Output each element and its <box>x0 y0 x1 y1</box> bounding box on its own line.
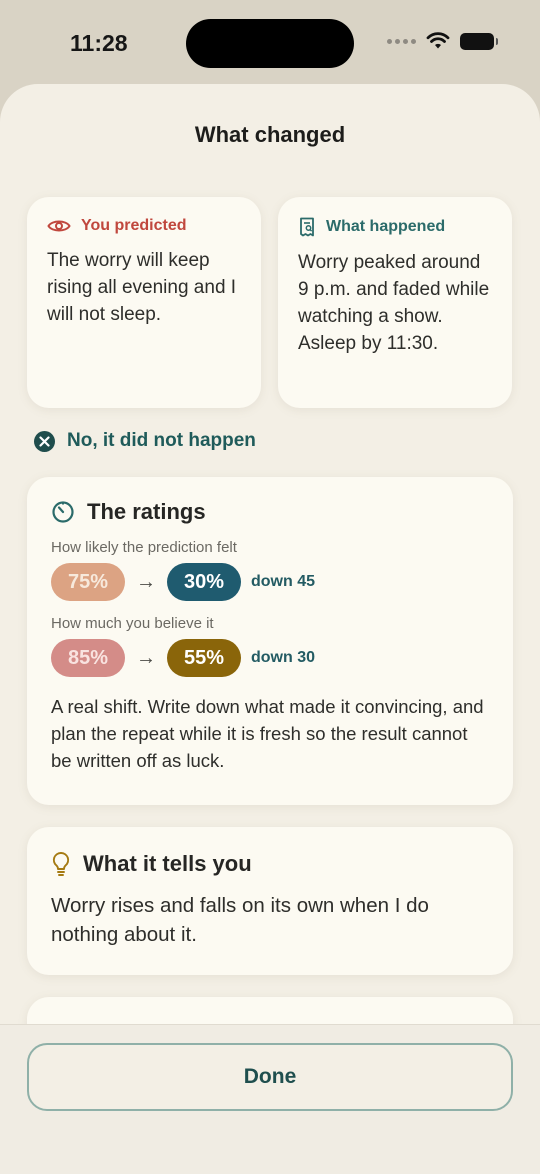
tells-title: What it tells you <box>83 851 252 876</box>
prediction-card: You predicted The worry will keep rising… <box>27 197 261 408</box>
status-icons <box>387 32 498 50</box>
prediction-text: The worry will keep rising all evening a… <box>47 250 237 325</box>
belief-after-pill: 55% <box>167 639 241 677</box>
receipt-icon <box>300 217 314 237</box>
status-time: 11:28 <box>70 30 128 56</box>
wifi-icon <box>426 32 450 49</box>
ratings-title: The ratings <box>87 499 206 524</box>
ratings-header: The ratings <box>51 499 489 525</box>
belief-before-pill: 85% <box>51 639 125 677</box>
eye-icon <box>47 220 71 232</box>
outcome-label: No, it did not happen <box>67 430 256 451</box>
done-button[interactable]: Done <box>27 1043 513 1111</box>
likelihood-change: down 45 <box>251 573 316 590</box>
ratings-card: The ratings How likely the prediction fe… <box>27 477 513 805</box>
cellular-signal-icon <box>387 38 416 44</box>
close-circle-icon <box>34 430 55 452</box>
likelihood-label: How likely the prediction felt <box>51 539 237 556</box>
sheet-title: What changed <box>194 122 346 147</box>
happened-card: What happened Worry peaked around 9 p.m.… <box>278 197 512 408</box>
outcome-status: No, it did not happen <box>34 430 256 452</box>
tells-header: What it tells you <box>51 851 489 877</box>
happened-label: What happened <box>326 218 446 235</box>
happened-header: What happened <box>298 217 492 237</box>
battery-icon <box>460 32 498 50</box>
footer: Done <box>0 1024 540 1174</box>
happened-text: Worry peaked around 9 p.m. and faded whi… <box>298 252 490 354</box>
prediction-header: You predicted <box>47 217 241 235</box>
gauge-icon <box>52 501 74 523</box>
belief-change: down 30 <box>251 649 316 666</box>
likelihood-row: 75% → 30% down 45 <box>51 563 489 601</box>
tells-card: What it tells you Worry rises and falls … <box>27 827 513 975</box>
ratings-note: A real shift. Write down what made it co… <box>51 696 484 771</box>
arrow-right-icon: → <box>136 646 156 669</box>
belief-row: 85% → 55% down 30 <box>51 639 489 677</box>
bottom-sheet: What changed You predicted The worry wil… <box>0 84 540 1174</box>
belief-label: How much you believe it <box>51 615 214 632</box>
likelihood-before-pill: 75% <box>51 563 125 601</box>
likelihood-after-pill: 30% <box>167 563 241 601</box>
status-bar: 11:28 <box>0 0 540 84</box>
dynamic-island <box>186 19 354 68</box>
prediction-label: You predicted <box>81 217 187 234</box>
arrow-right-icon: → <box>136 570 156 593</box>
tells-text: Worry rises and falls on its own when I … <box>51 894 429 946</box>
lightbulb-icon <box>52 852 70 876</box>
